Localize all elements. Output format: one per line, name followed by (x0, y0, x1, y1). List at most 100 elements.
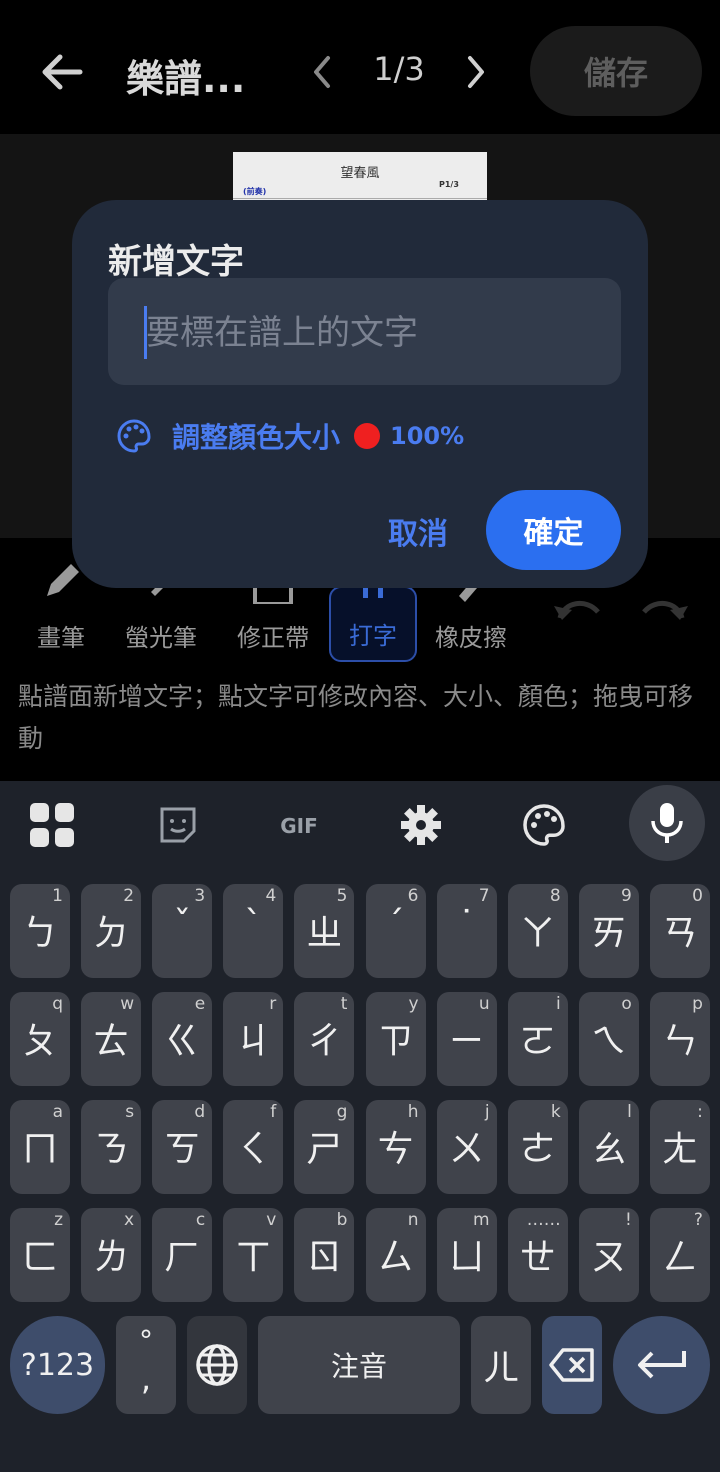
apps-grid-icon[interactable] (30, 803, 74, 847)
key[interactable]: ㄏc (152, 1208, 213, 1302)
key[interactable]: ㄝ …… (507, 1208, 568, 1302)
symbols-key[interactable]: ?123 (10, 1316, 105, 1414)
key[interactable]: ㄧu (436, 992, 497, 1086)
gif-icon[interactable]: GIF (274, 803, 324, 847)
key[interactable]: ㄐr (223, 992, 284, 1086)
er-key[interactable]: ㄦ (471, 1316, 531, 1414)
tool-label: 橡皮擦 (435, 624, 507, 652)
key[interactable]: ㄠl (578, 1100, 639, 1194)
key[interactable]: ㄕg (294, 1100, 355, 1194)
key-hint: 2 (123, 886, 135, 906)
gear-icon[interactable] (399, 803, 443, 847)
text-input-box[interactable] (108, 278, 621, 385)
key[interactable]: ㄞ9 (578, 884, 639, 978)
key-hint: d (194, 1102, 206, 1122)
key[interactable]: ㄛi (507, 992, 568, 1086)
key[interactable]: ㄗy (365, 992, 426, 1086)
undo-icon[interactable] (552, 592, 602, 622)
tool-text[interactable]: 打字 (329, 586, 417, 662)
key[interactable]: ㄘh (365, 1100, 426, 1194)
key[interactable]: ㄈz (10, 1208, 70, 1302)
key-label: ㄑ (235, 1129, 272, 1170)
key[interactable]: ㄓ5 (294, 884, 355, 978)
text-input[interactable] (144, 302, 608, 364)
key[interactable]: ㄜk (507, 1100, 568, 1194)
key-label: ㄜ (519, 1129, 556, 1170)
enter-key[interactable] (613, 1316, 710, 1414)
score-section-label: (前奏) (243, 187, 267, 196)
chevron-left-icon[interactable] (308, 52, 336, 92)
key[interactable]: ㄙn (365, 1208, 426, 1302)
space-key[interactable]: 注音 (258, 1316, 460, 1414)
key-hint: z (54, 1210, 63, 1230)
key-hint: u (478, 994, 490, 1014)
key[interactable]: ㄟo (578, 992, 639, 1086)
key[interactable]: ˙ 7 (436, 884, 497, 978)
key-label: ㄌ (93, 1237, 130, 1278)
key-hint: r (269, 994, 277, 1014)
key[interactable]: ㄎd (152, 1100, 213, 1194)
key-label: ㄆ (21, 1021, 58, 1062)
key[interactable]: ˊ6 (365, 884, 426, 978)
key[interactable]: ㄡ! (578, 1208, 639, 1302)
key[interactable]: ˇ3 (152, 884, 213, 978)
key-hint: y (408, 994, 419, 1014)
tool-label: 打字 (349, 622, 397, 650)
key-hint: e (194, 994, 206, 1014)
globe-icon (196, 1344, 238, 1386)
key-hint: j (484, 1102, 490, 1122)
key[interactable]: ㄒv (223, 1208, 284, 1302)
sticker-icon[interactable] (156, 803, 200, 847)
key[interactable]: ㄚ8 (507, 884, 568, 978)
key-label: ㄢ (661, 913, 698, 954)
key[interactable]: ㄥ? (649, 1208, 710, 1302)
key-label: ㄤ (661, 1129, 698, 1170)
key[interactable]: ㄇa (10, 1100, 70, 1194)
key[interactable]: ㄤ: (649, 1100, 710, 1194)
key-label: ㄐ (235, 1021, 272, 1062)
key[interactable]: ㄌx (81, 1208, 142, 1302)
text-icon (363, 586, 383, 598)
chevron-right-icon[interactable] (462, 52, 490, 92)
confirm-button[interactable]: 確定 (486, 490, 621, 570)
page-title: 樂譜... (126, 57, 246, 101)
key-hint: ? (693, 1210, 703, 1230)
key-hint: 5 (336, 886, 348, 906)
key-label: ㄣ (661, 1021, 698, 1062)
redo-icon[interactable] (640, 592, 690, 622)
key[interactable]: ㄍe (152, 992, 213, 1086)
palette-icon[interactable] (522, 803, 566, 847)
key[interactable]: ㄅ1 (10, 884, 70, 978)
backspace-key[interactable] (542, 1316, 602, 1414)
score-page-number: P1/3 (439, 180, 459, 189)
key[interactable]: ˋ4 (223, 884, 284, 978)
punctuation-key[interactable]: ° , (116, 1316, 176, 1414)
score-title: 望春風 (340, 166, 380, 181)
key[interactable]: ㄑf (223, 1100, 284, 1194)
key-hint: : (697, 1102, 703, 1122)
key-hint: 1 (52, 886, 63, 906)
cancel-button[interactable]: 取消 (370, 506, 466, 556)
mic-button[interactable] (629, 785, 705, 861)
adjust-color-size-button[interactable]: 調整顏色大小 100% (116, 416, 464, 456)
add-text-dialog: 新增文字 調整顏色大小 100% 取消 確定 (72, 200, 648, 588)
key-hint: t (340, 994, 348, 1014)
language-key[interactable] (187, 1316, 247, 1414)
key[interactable]: ㄊw (81, 992, 142, 1086)
key[interactable]: ㄋs (81, 1100, 142, 1194)
key[interactable]: ㄉ2 (81, 884, 142, 978)
key[interactable]: ㄨj (436, 1100, 497, 1194)
back-arrow-icon[interactable] (40, 50, 84, 94)
key[interactable]: ㄔt (294, 992, 355, 1086)
key[interactable]: ㄩm (436, 1208, 497, 1302)
key[interactable]: ㄆq (10, 992, 70, 1086)
key-label: ㄒ (235, 1237, 272, 1278)
key[interactable]: ㄣp (649, 992, 710, 1086)
key-hint: x (124, 1210, 135, 1230)
mic-icon (651, 803, 683, 843)
palette-icon (117, 419, 151, 453)
key[interactable]: ㄖb (294, 1208, 355, 1302)
key-hint: n (407, 1210, 419, 1230)
save-button[interactable]: 儲存 (530, 26, 702, 116)
key[interactable]: ㄢ0 (649, 884, 710, 978)
